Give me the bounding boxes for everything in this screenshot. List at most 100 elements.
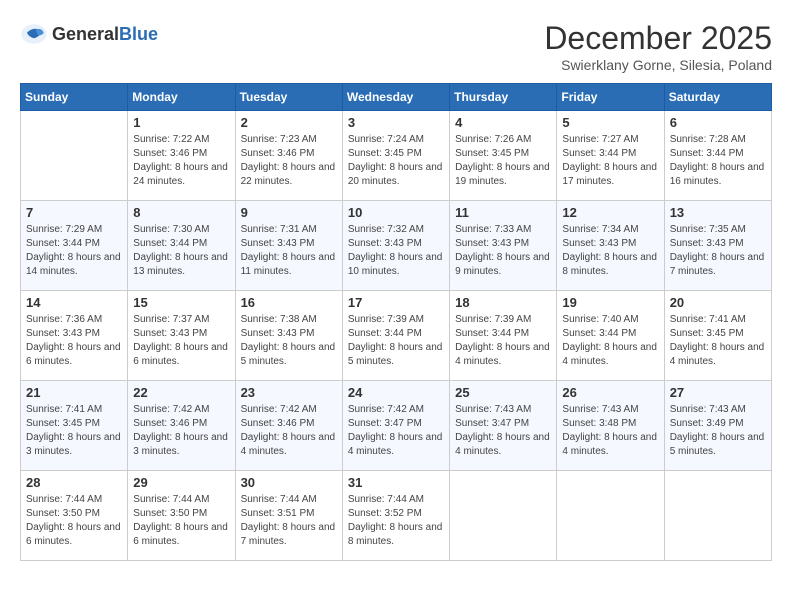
calendar-cell: 30Sunrise: 7:44 AMSunset: 3:51 PMDayligh… bbox=[235, 471, 342, 561]
day-number: 19 bbox=[562, 295, 658, 310]
calendar-cell: 5Sunrise: 7:27 AMSunset: 3:44 PMDaylight… bbox=[557, 111, 664, 201]
calendar-cell: 24 Sunrise: 7:42 AMSunset: 3:47 PMDayligh… bbox=[342, 381, 449, 471]
day-info: Sunrise: 7:42 AMSunset: 3:46 PMDaylight:… bbox=[133, 403, 229, 459]
calendar-cell bbox=[21, 111, 128, 201]
day-number: 16 bbox=[241, 295, 337, 310]
day-number: 18 bbox=[455, 295, 551, 310]
day-info: Sunrise: 7:22 AMSunset: 3:46 PMDaylight:… bbox=[133, 133, 229, 189]
day-number: 12 bbox=[562, 205, 658, 220]
calendar-cell: 23Sunrise: 7:42 AMSunset: 3:46 PMDayligh… bbox=[235, 381, 342, 471]
calendar-cell: 13 Sunrise: 7:35 AMSunset: 3:43 PMDayligh… bbox=[664, 201, 771, 291]
day-number: 11 bbox=[455, 205, 551, 220]
calendar-cell: 2 Sunrise: 7:23 AMSunset: 3:46 PMDaylight… bbox=[235, 111, 342, 201]
calendar-week-row: 7 Sunrise: 7:29 AMSunset: 3:44 PMDaylight… bbox=[21, 201, 772, 291]
day-info: Sunrise: 7:38 AMSunset: 3:43 PMDaylight:… bbox=[241, 313, 337, 369]
calendar-cell: 11 Sunrise: 7:33 AMSunset: 3:43 PMDayligh… bbox=[450, 201, 557, 291]
logo-text: GeneralBlue bbox=[52, 24, 158, 45]
logo-general: General bbox=[52, 24, 119, 44]
month-title: December 2025 bbox=[544, 20, 772, 57]
calendar-cell: 22 Sunrise: 7:42 AMSunset: 3:46 PMDayligh… bbox=[128, 381, 235, 471]
calendar-cell: 17 Sunrise: 7:39 AMSunset: 3:44 PMDayligh… bbox=[342, 291, 449, 381]
day-info: Sunrise: 7:43 AMSunset: 3:49 PMDaylight:… bbox=[670, 403, 766, 459]
day-info: Sunrise: 7:41 AMSunset: 3:45 PMDaylight:… bbox=[26, 403, 122, 459]
day-number: 15 bbox=[133, 295, 229, 310]
calendar-cell: 26Sunrise: 7:43 AMSunset: 3:48 PMDayligh… bbox=[557, 381, 664, 471]
title-block: December 2025 Swierklany Gorne, Silesia,… bbox=[544, 20, 772, 73]
calendar-cell bbox=[450, 471, 557, 561]
calendar-week-row: 14 Sunrise: 7:36 AMSunset: 3:43 PMDayligh… bbox=[21, 291, 772, 381]
day-of-week-header: Sunday bbox=[21, 84, 128, 111]
calendar-body: 1Sunrise: 7:22 AMSunset: 3:46 PMDaylight… bbox=[21, 111, 772, 561]
day-info: Sunrise: 7:42 AMSunset: 3:47 PMDaylight:… bbox=[348, 403, 444, 459]
header-row: SundayMondayTuesdayWednesdayThursdayFrid… bbox=[21, 84, 772, 111]
day-number: 30 bbox=[241, 475, 337, 490]
day-info: Sunrise: 7:37 AMSunset: 3:43 PMDaylight:… bbox=[133, 313, 229, 369]
day-number: 13 bbox=[670, 205, 766, 220]
day-number: 22 bbox=[133, 385, 229, 400]
day-info: Sunrise: 7:34 AMSunset: 3:43 PMDaylight:… bbox=[562, 223, 658, 279]
day-number: 9 bbox=[241, 205, 337, 220]
day-number: 3 bbox=[348, 115, 444, 130]
calendar-cell: 6 Sunrise: 7:28 AMSunset: 3:44 PMDaylight… bbox=[664, 111, 771, 201]
day-number: 8 bbox=[133, 205, 229, 220]
day-info: Sunrise: 7:40 AMSunset: 3:44 PMDaylight:… bbox=[562, 313, 658, 369]
calendar-cell: 29Sunrise: 7:44 AMSunset: 3:50 PMDayligh… bbox=[128, 471, 235, 561]
day-info: Sunrise: 7:28 AMSunset: 3:44 PMDaylight:… bbox=[670, 133, 766, 189]
day-info: Sunrise: 7:33 AMSunset: 3:43 PMDaylight:… bbox=[455, 223, 551, 279]
day-number: 2 bbox=[241, 115, 337, 130]
calendar-cell: 21 Sunrise: 7:41 AMSunset: 3:45 PMDayligh… bbox=[21, 381, 128, 471]
day-of-week-header: Tuesday bbox=[235, 84, 342, 111]
day-number: 14 bbox=[26, 295, 122, 310]
calendar-table: SundayMondayTuesdayWednesdayThursdayFrid… bbox=[20, 83, 772, 561]
calendar-cell: 27Sunrise: 7:43 AMSunset: 3:49 PMDayligh… bbox=[664, 381, 771, 471]
calendar-week-row: 28 Sunrise: 7:44 AMSunset: 3:50 PMDayligh… bbox=[21, 471, 772, 561]
day-of-week-header: Monday bbox=[128, 84, 235, 111]
calendar-cell: 1Sunrise: 7:22 AMSunset: 3:46 PMDaylight… bbox=[128, 111, 235, 201]
day-info: Sunrise: 7:24 AMSunset: 3:45 PMDaylight:… bbox=[348, 133, 444, 189]
page-header: GeneralBlue December 2025 Swierklany Gor… bbox=[20, 20, 772, 73]
calendar-cell: 20Sunrise: 7:41 AMSunset: 3:45 PMDayligh… bbox=[664, 291, 771, 381]
day-info: Sunrise: 7:23 AMSunset: 3:46 PMDaylight:… bbox=[241, 133, 337, 189]
calendar-cell: 31 Sunrise: 7:44 AMSunset: 3:52 PMDayligh… bbox=[342, 471, 449, 561]
day-info: Sunrise: 7:32 AMSunset: 3:43 PMDaylight:… bbox=[348, 223, 444, 279]
calendar-cell: 3 Sunrise: 7:24 AMSunset: 3:45 PMDaylight… bbox=[342, 111, 449, 201]
day-info: Sunrise: 7:27 AMSunset: 3:44 PMDaylight:… bbox=[562, 133, 658, 189]
day-info: Sunrise: 7:35 AMSunset: 3:43 PMDaylight:… bbox=[670, 223, 766, 279]
calendar-cell: 28Sunrise: 7:44 AMSunset: 3:50 PMDayligh… bbox=[21, 471, 128, 561]
day-info: Sunrise: 7:44 AMSunset: 3:50 PMDaylight:… bbox=[133, 493, 229, 549]
day-number: 7 bbox=[26, 205, 122, 220]
calendar-cell bbox=[664, 471, 771, 561]
day-number: 23 bbox=[241, 385, 337, 400]
day-info: Sunrise: 7:36 AMSunset: 3:43 PMDaylight:… bbox=[26, 313, 122, 369]
calendar-cell: 25 Sunrise: 7:43 AMSunset: 3:47 PMDayligh… bbox=[450, 381, 557, 471]
calendar-cell: 8 Sunrise: 7:30 AMSunset: 3:44 PMDaylight… bbox=[128, 201, 235, 291]
calendar-cell: 19 Sunrise: 7:40 AMSunset: 3:44 PMDayligh… bbox=[557, 291, 664, 381]
day-of-week-header: Thursday bbox=[450, 84, 557, 111]
day-number: 28 bbox=[26, 475, 122, 490]
calendar-cell: 14 Sunrise: 7:36 AMSunset: 3:43 PMDayligh… bbox=[21, 291, 128, 381]
day-of-week-header: Friday bbox=[557, 84, 664, 111]
logo-icon bbox=[20, 20, 48, 48]
day-number: 24 bbox=[348, 385, 444, 400]
calendar-week-row: 21 Sunrise: 7:41 AMSunset: 3:45 PMDayligh… bbox=[21, 381, 772, 471]
day-number: 25 bbox=[455, 385, 551, 400]
day-number: 6 bbox=[670, 115, 766, 130]
day-number: 10 bbox=[348, 205, 444, 220]
day-number: 31 bbox=[348, 475, 444, 490]
day-of-week-header: Wednesday bbox=[342, 84, 449, 111]
calendar-cell: 4Sunrise: 7:26 AMSunset: 3:45 PMDaylight… bbox=[450, 111, 557, 201]
day-info: Sunrise: 7:43 AMSunset: 3:48 PMDaylight:… bbox=[562, 403, 658, 459]
day-info: Sunrise: 7:39 AMSunset: 3:44 PMDaylight:… bbox=[348, 313, 444, 369]
day-number: 17 bbox=[348, 295, 444, 310]
day-info: Sunrise: 7:43 AMSunset: 3:47 PMDaylight:… bbox=[455, 403, 551, 459]
calendar-week-row: 1Sunrise: 7:22 AMSunset: 3:46 PMDaylight… bbox=[21, 111, 772, 201]
day-info: Sunrise: 7:26 AMSunset: 3:45 PMDaylight:… bbox=[455, 133, 551, 189]
calendar-cell: 16 Sunrise: 7:38 AMSunset: 3:43 PMDayligh… bbox=[235, 291, 342, 381]
day-info: Sunrise: 7:44 AMSunset: 3:52 PMDaylight:… bbox=[348, 493, 444, 549]
calendar-cell: 9Sunrise: 7:31 AMSunset: 3:43 PMDaylight… bbox=[235, 201, 342, 291]
day-info: Sunrise: 7:39 AMSunset: 3:44 PMDaylight:… bbox=[455, 313, 551, 369]
day-number: 21 bbox=[26, 385, 122, 400]
day-info: Sunrise: 7:30 AMSunset: 3:44 PMDaylight:… bbox=[133, 223, 229, 279]
logo-blue: Blue bbox=[119, 24, 158, 44]
day-info: Sunrise: 7:29 AMSunset: 3:44 PMDaylight:… bbox=[26, 223, 122, 279]
